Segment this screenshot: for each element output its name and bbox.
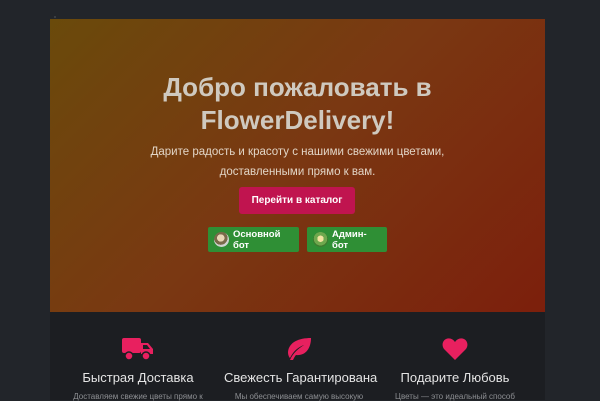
catalog-button[interactable]: Перейти в каталог: [239, 187, 355, 214]
feature-title: Подарите Любовь: [400, 370, 510, 385]
leaf-icon: [285, 337, 313, 361]
truck-icon: [122, 337, 154, 361]
admin-bot-label: Админ-бот: [332, 228, 367, 251]
features-section: Быстрая Доставка Доставляем свежие цветы…: [50, 312, 545, 401]
heart-icon: [442, 337, 468, 361]
hero-title-line1: Добро пожаловать в: [163, 72, 432, 102]
hero-subtitle-line1: Дарите радость и красоту с нашими свежим…: [150, 146, 445, 158]
admin-bot-avatar-icon: [313, 232, 328, 247]
corner-artifact: [54, 16, 56, 18]
page-container: Добро пожаловать в FlowerDelivery! Дарит…: [50, 19, 545, 401]
feature-title: Быстрая Доставка: [82, 370, 194, 385]
hero-title: Добро пожаловать в FlowerDelivery!: [50, 71, 545, 137]
hero-section: Добро пожаловать в FlowerDelivery! Дарит…: [50, 19, 545, 312]
hero-subtitle: Дарите радость и красоту с нашими свежим…: [50, 142, 545, 182]
admin-bot-button[interactable]: Админ-бот: [307, 227, 387, 252]
bot-avatar-icon: [214, 232, 229, 247]
main-bot-label: Основной бот: [233, 228, 281, 251]
main-bot-button[interactable]: Основной бот: [208, 227, 299, 252]
hero-subtitle-line2: доставленными прямо к вам.: [219, 166, 376, 178]
feature-title: Свежесть Гарантирована: [224, 370, 378, 385]
hero-title-line2: FlowerDelivery!: [200, 105, 395, 135]
